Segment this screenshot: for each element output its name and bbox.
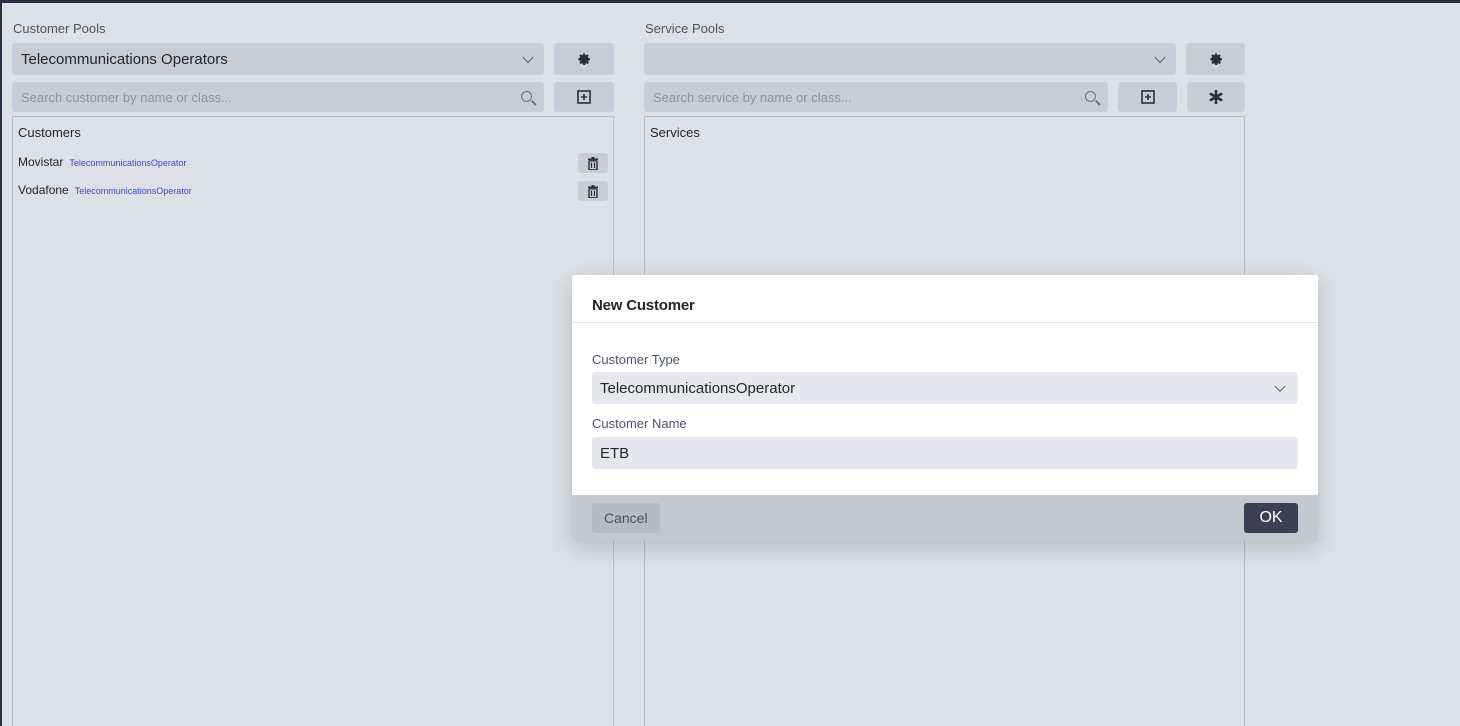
trash-icon bbox=[588, 184, 598, 198]
customer-pool-settings-button[interactable] bbox=[554, 43, 614, 75]
plus-square-icon bbox=[577, 90, 591, 104]
customer-class-link[interactable]: TelecommunicationsOperator bbox=[69, 158, 186, 168]
customers-panel: Customers Movistar TelecommunicationsOpe… bbox=[12, 116, 614, 726]
search-icon bbox=[521, 91, 532, 102]
customer-pools-label: Customer Pools bbox=[13, 21, 106, 36]
trash-icon bbox=[588, 156, 598, 170]
dialog-footer: Cancel OK bbox=[572, 495, 1318, 541]
search-icon bbox=[1085, 91, 1096, 102]
add-service-button[interactable] bbox=[1118, 82, 1177, 112]
customer-name: Movistar bbox=[18, 155, 64, 169]
delete-customer-button[interactable] bbox=[578, 153, 608, 173]
cancel-button[interactable]: Cancel bbox=[592, 503, 660, 533]
customer-search-input[interactable]: Search customer by name or class... bbox=[12, 82, 544, 112]
customer-name: Vodafone bbox=[18, 183, 69, 197]
customer-name-label: Customer Name bbox=[592, 416, 687, 431]
customer-pool-select[interactable]: Telecommunications Operators bbox=[12, 43, 544, 75]
customer-pool-selected-value: Telecommunications Operators bbox=[21, 50, 228, 68]
service-pool-settings-button[interactable] bbox=[1186, 43, 1245, 75]
new-customer-dialog: New Customer Customer Type Telecommunica… bbox=[572, 275, 1318, 541]
add-customer-button[interactable] bbox=[554, 82, 614, 112]
asterisk-icon bbox=[1209, 90, 1223, 104]
customer-search-placeholder: Search customer by name or class... bbox=[21, 89, 232, 105]
customer-type-label: Customer Type bbox=[592, 352, 680, 367]
services-panel-title: Services bbox=[650, 125, 700, 140]
chevron-down-icon bbox=[1274, 380, 1286, 393]
gear-icon bbox=[578, 53, 590, 65]
list-item[interactable]: Movistar TelecommunicationsOperator bbox=[18, 155, 186, 169]
list-item[interactable]: Vodafone TelecommunicationsOperator bbox=[18, 183, 192, 197]
customer-class-link[interactable]: TelecommunicationsOperator bbox=[75, 186, 192, 196]
chevron-down-icon bbox=[522, 51, 534, 64]
delete-customer-button[interactable] bbox=[578, 181, 608, 201]
dialog-divider bbox=[572, 322, 1318, 323]
service-pool-select[interactable] bbox=[644, 43, 1176, 75]
chevron-down-icon bbox=[1154, 51, 1166, 64]
service-pools-label: Service Pools bbox=[645, 21, 725, 36]
service-search-input[interactable]: Search service by name or class... bbox=[644, 82, 1108, 112]
window-edge bbox=[0, 3, 2, 726]
customers-panel-title: Customers bbox=[18, 125, 81, 140]
service-search-placeholder: Search service by name or class... bbox=[653, 89, 852, 105]
dialog-title: New Customer bbox=[592, 297, 695, 314]
customer-name-value: ETB bbox=[600, 444, 630, 462]
customer-name-input[interactable]: ETB bbox=[592, 437, 1298, 469]
customer-type-value: TelecommunicationsOperator bbox=[600, 379, 796, 397]
customer-type-select[interactable]: TelecommunicationsOperator bbox=[592, 372, 1298, 404]
gear-icon bbox=[1209, 53, 1222, 65]
ok-button[interactable]: OK bbox=[1244, 503, 1298, 533]
plus-square-icon bbox=[1140, 90, 1155, 104]
asterisk-button[interactable] bbox=[1187, 82, 1245, 112]
